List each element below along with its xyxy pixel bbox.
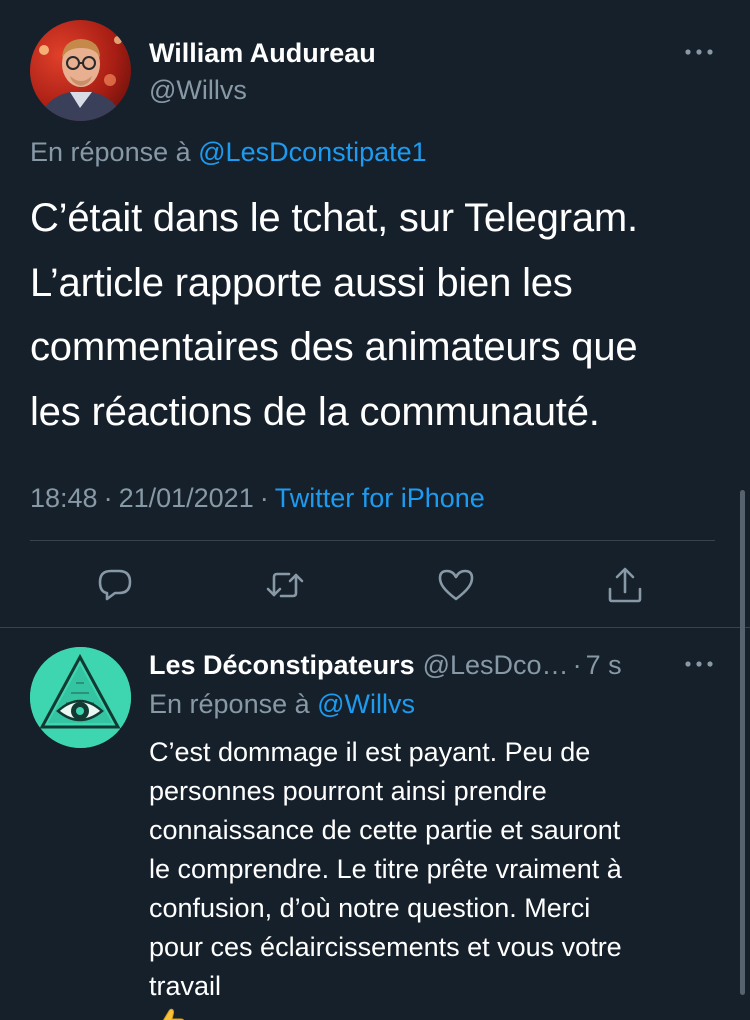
author-name[interactable]: William Audureau — [149, 36, 376, 70]
reply-context: En réponse à @LesDconstipate1 — [30, 134, 427, 170]
reply-text: C’est dommage il est payant. Peu de pers… — [149, 733, 729, 1020]
reply-text-line: confusion, d’où notre question. Merci — [149, 893, 591, 923]
tweet-text-line: commentaires des animateurs que — [30, 325, 638, 369]
tweet-source-link[interactable]: Twitter for iPhone — [275, 483, 485, 513]
scrollbar[interactable] — [740, 490, 745, 995]
reply-text-line: C’est dommage il est payant. Peu de — [149, 737, 591, 767]
reply-author-avatar[interactable] — [30, 647, 131, 748]
reply-author-handle[interactable]: @LesDco… — [423, 650, 569, 680]
more-options-icon[interactable] — [682, 42, 716, 62]
retweet-icon[interactable] — [265, 565, 305, 605]
reply-author-name[interactable]: Les Déconstipateurs — [149, 650, 415, 680]
divider — [30, 540, 715, 541]
tweet-detail-screen: William Audureau @Willvs En réponse à @L… — [0, 0, 750, 1020]
tweet-time[interactable]: 18:48 — [30, 483, 98, 513]
reply-handle-link[interactable]: @Willvs — [317, 689, 415, 719]
reply-text-line: personnes pourront ainsi prendre — [149, 776, 547, 806]
author-handle[interactable]: @Willvs — [149, 73, 247, 107]
tweet-text-line: les réactions de la communauté. — [30, 389, 600, 434]
tweet-text: C’était dans le tchat, sur Telegram. L’a… — [30, 186, 720, 444]
divider — [0, 627, 750, 628]
reply-text-last-line: travail — [149, 967, 729, 1020]
reply-prefix: En réponse à — [149, 689, 310, 719]
tweet-date[interactable]: 21/01/2021 — [119, 483, 254, 513]
reply-text-line: le comprendre. Le titre prête vraiment à — [149, 854, 622, 884]
reply-icon[interactable] — [95, 565, 135, 605]
reply-separator: · — [572, 650, 582, 680]
meta-separator: · — [259, 483, 269, 513]
reply-context: En réponse à @Willvs — [149, 686, 415, 722]
reply-text-line: connaissance de cette partie et sauront — [149, 815, 621, 845]
author-avatar[interactable] — [30, 20, 131, 121]
reply-text-line: travail — [149, 971, 222, 1001]
reply-text-line: pour ces éclaircissements et vous votre — [149, 932, 622, 962]
reply-handle-link[interactable]: @LesDconstipate1 — [198, 137, 427, 167]
meta-separator: · — [103, 483, 113, 513]
reply-header: Les Déconstipateurs @LesDco… · 7 s — [149, 648, 622, 682]
reply-prefix: En réponse à — [30, 137, 191, 167]
tweet-text-line: C’était dans le tchat, sur Telegram. — [30, 196, 638, 240]
heart-icon[interactable] — [436, 565, 476, 605]
tweet-text-line: L’article rapporte aussi bien les — [30, 260, 573, 305]
reply-more-options-icon[interactable] — [682, 654, 716, 674]
thumbs-up-icon — [153, 1006, 729, 1020]
tweet-meta: 18:48 · 21/01/2021 · Twitter for iPhone — [30, 480, 485, 516]
share-icon[interactable] — [605, 565, 645, 605]
reply-time[interactable]: 7 s — [586, 650, 622, 680]
